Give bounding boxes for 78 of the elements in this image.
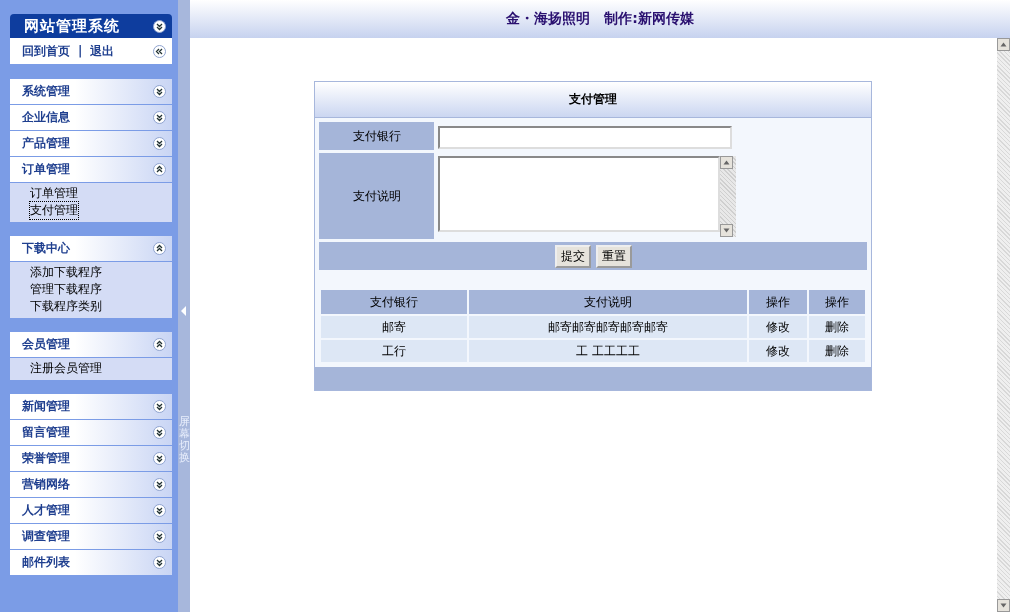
expand-icon[interactable] [153, 452, 166, 465]
sidebar-title: 网站管理系统 [24, 16, 120, 36]
menu-group-label: 邮件列表 [22, 554, 70, 571]
column-header: 支付银行 [321, 290, 467, 314]
menu-group-label: 荣誉管理 [22, 450, 70, 467]
expand-icon[interactable] [153, 530, 166, 543]
expand-icon[interactable] [153, 137, 166, 150]
expand-icon[interactable] [153, 85, 166, 98]
textarea-scrollbar[interactable] [720, 156, 736, 237]
menu-group-header[interactable]: 留言管理 [10, 420, 172, 446]
text-area[interactable] [438, 156, 720, 232]
collapse-icon[interactable] [153, 242, 166, 255]
menu-group-header[interactable]: 营销网络 [10, 472, 172, 498]
expand-icon[interactable] [153, 19, 166, 33]
expand-icon[interactable] [153, 504, 166, 517]
menu-group-label: 订单管理 [22, 161, 70, 178]
menu-group-header[interactable]: 会员管理 [10, 332, 172, 358]
input-field[interactable] [438, 126, 732, 149]
column-header: 支付说明 [469, 290, 747, 314]
menu-group-label: 下载中心 [22, 240, 70, 257]
menu-group-label: 产品管理 [22, 135, 70, 152]
form-button[interactable]: 重置 [595, 244, 632, 268]
form-button[interactable]: 提交 [554, 244, 591, 268]
menu-item[interactable]: 注册会员管理 [30, 360, 102, 377]
menu-group-header[interactable]: 邮件列表 [10, 550, 172, 576]
header-title: 金・海扬照明 制作:新网传媒 [506, 10, 694, 28]
collapse-icon[interactable] [153, 163, 166, 176]
action-link[interactable]: 删除 [809, 340, 865, 362]
scroll-up-icon[interactable] [720, 156, 733, 169]
menu-item[interactable]: 下载程序类别 [30, 298, 102, 315]
table-cell: 邮寄 [321, 316, 467, 338]
nav-link[interactable]: 退出 [90, 42, 115, 60]
menu-group-header[interactable]: 系统管理 [10, 79, 172, 105]
table-cell: 工行 [321, 340, 467, 362]
expand-icon[interactable] [153, 426, 166, 439]
menu-group-header[interactable]: 下载中心 [10, 236, 172, 262]
menu-group-header[interactable]: 荣誉管理 [10, 446, 172, 472]
menu-group-header[interactable]: 产品管理 [10, 131, 172, 157]
expand-icon[interactable] [153, 478, 166, 491]
field-label: 支付说明 [319, 153, 434, 239]
nav-link[interactable]: 回到首页 [22, 42, 70, 60]
collapse-icon[interactable] [153, 338, 166, 351]
panel-title: 支付管理 [569, 91, 617, 108]
menu-item[interactable]: 订单管理 [30, 185, 78, 202]
action-link[interactable]: 删除 [809, 316, 865, 338]
menu-group-label: 会员管理 [22, 336, 70, 353]
menu-item[interactable]: 支付管理 [30, 202, 78, 219]
column-header: 操作 [809, 290, 865, 314]
menu-item[interactable]: 添加下载程序 [30, 264, 102, 281]
expand-icon[interactable] [153, 111, 166, 124]
action-link[interactable]: 修改 [749, 316, 807, 338]
splitter-label: 屏幕切换 [178, 416, 190, 465]
scroll-up-icon[interactable] [997, 38, 1010, 51]
menu-group-label: 营销网络 [22, 476, 70, 493]
menu-group-header[interactable]: 调查管理 [10, 524, 172, 550]
menu-group-label: 留言管理 [22, 424, 70, 441]
scroll-down-icon[interactable] [997, 599, 1010, 612]
menu-group-label: 企业信息 [22, 109, 70, 126]
column-header: 操作 [749, 290, 807, 314]
menu-group-label: 人才管理 [22, 502, 70, 519]
expand-icon[interactable] [153, 400, 166, 413]
menu-group-header[interactable]: 人才管理 [10, 498, 172, 524]
menu-group-header[interactable]: 企业信息 [10, 105, 172, 131]
field-label: 支付银行 [319, 122, 434, 150]
expand-icon[interactable] [153, 556, 166, 569]
menu-item[interactable]: 管理下载程序 [30, 281, 102, 298]
menu-group-header[interactable]: 新闻管理 [10, 394, 172, 420]
menu-group-label: 新闻管理 [22, 398, 70, 415]
menu-group-label: 系统管理 [22, 83, 70, 100]
scroll-down-icon[interactable] [720, 224, 733, 237]
collapse-sidebar-icon[interactable] [153, 44, 166, 58]
table-cell: 邮寄邮寄邮寄邮寄邮寄 [469, 316, 747, 338]
table-cell: 工 工工工工 [469, 340, 747, 362]
menu-group-label: 调查管理 [22, 528, 70, 545]
separator: | [78, 44, 83, 58]
menu-group-header[interactable]: 订单管理 [10, 157, 172, 183]
page-scrollbar[interactable] [997, 38, 1010, 612]
action-link[interactable]: 修改 [749, 340, 807, 362]
